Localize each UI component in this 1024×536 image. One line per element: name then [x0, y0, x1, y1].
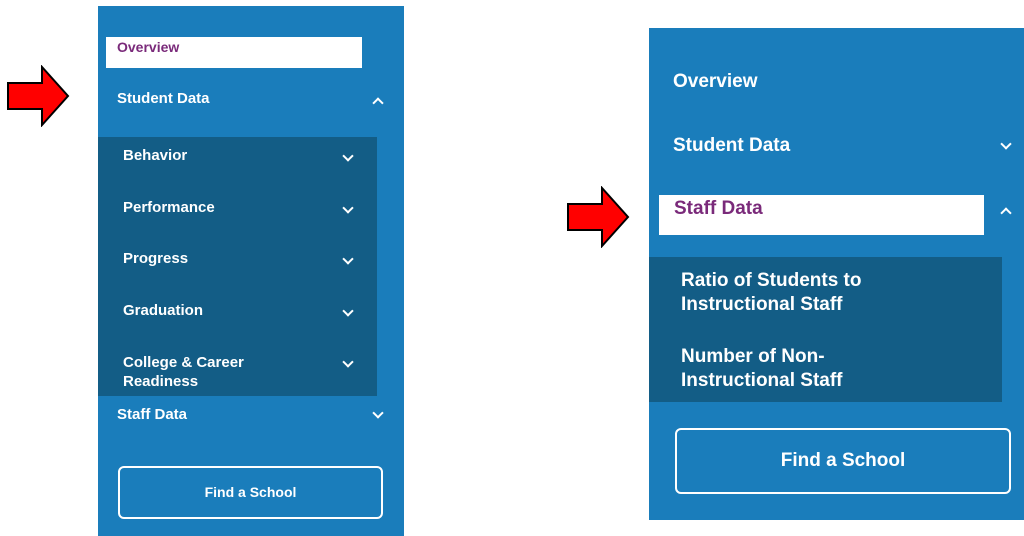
- submenu-item-label: Number of Non-Instructional Staff: [681, 346, 843, 391]
- nav-item-staff-data[interactable]: Staff Data: [117, 406, 187, 423]
- find-school-label: Find a School: [780, 450, 906, 471]
- nav-item-student-data[interactable]: Student Data: [673, 135, 790, 157]
- find-school-button[interactable]: Find a School: [675, 428, 1011, 494]
- nav-item-overview-label: Overview: [673, 71, 758, 92]
- right-nav-panel: Overview Student Data Staff Data Ratio o…: [649, 28, 1024, 520]
- submenu-item-progress[interactable]: Progress: [123, 250, 188, 267]
- submenu-item-label: Ratio of Students to Instructional Staff: [681, 270, 862, 315]
- submenu-item-graduation[interactable]: Graduation: [123, 302, 203, 319]
- arrow-right-icon: [567, 186, 630, 248]
- chevron-down-icon[interactable]: [342, 305, 354, 317]
- left-nav-panel: Overview Student Data Behavior Performan…: [98, 6, 404, 536]
- arrow-right-icon: [7, 65, 70, 127]
- chevron-down-icon[interactable]: [1000, 138, 1012, 150]
- find-school-label: Find a School: [204, 484, 297, 500]
- nav-item-staff-data-label: Staff Data: [674, 198, 763, 219]
- submenu-item-label: Performance: [123, 199, 215, 216]
- nav-item-overview-label: Overview: [117, 39, 180, 55]
- submenu-item-behavior[interactable]: Behavior: [123, 147, 187, 164]
- nav-item-student-data-label: Student Data: [673, 135, 791, 156]
- nav-item-student-data[interactable]: Student Data: [117, 90, 210, 107]
- chevron-up-icon[interactable]: [1000, 207, 1012, 219]
- submenu-item-ratio-students-staff[interactable]: Ratio of Students to Instructional Staff: [681, 269, 941, 317]
- staff-data-submenu: Ratio of Students to Instructional Staff…: [649, 257, 1002, 402]
- nav-item-staff-data[interactable]: Staff Data: [659, 195, 984, 235]
- nav-item-staff-data-label: Staff Data: [117, 406, 188, 423]
- find-school-button[interactable]: Find a School: [118, 466, 383, 519]
- submenu-item-label: Graduation: [123, 302, 204, 319]
- chevron-down-icon[interactable]: [342, 202, 354, 214]
- submenu-item-label: Behavior: [123, 147, 188, 164]
- submenu-item-non-instructional-staff[interactable]: Number of Non-Instructional Staff: [681, 345, 901, 393]
- nav-item-overview[interactable]: Overview: [106, 37, 362, 68]
- chevron-down-icon[interactable]: [342, 253, 354, 265]
- chevron-up-icon[interactable]: [372, 97, 384, 109]
- student-data-submenu: Behavior Performance Progress Graduation…: [98, 137, 377, 396]
- submenu-item-label: College & Career Readiness: [123, 354, 244, 390]
- chevron-down-icon[interactable]: [342, 150, 354, 162]
- submenu-item-college-career[interactable]: College & Career Readiness: [123, 353, 283, 391]
- chevron-down-icon[interactable]: [342, 356, 354, 368]
- nav-item-overview[interactable]: Overview: [673, 71, 758, 93]
- chevron-down-icon[interactable]: [372, 407, 384, 419]
- nav-item-student-data-label: Student Data: [117, 90, 210, 107]
- submenu-item-label: Progress: [123, 250, 189, 267]
- submenu-item-performance[interactable]: Performance: [123, 199, 215, 216]
